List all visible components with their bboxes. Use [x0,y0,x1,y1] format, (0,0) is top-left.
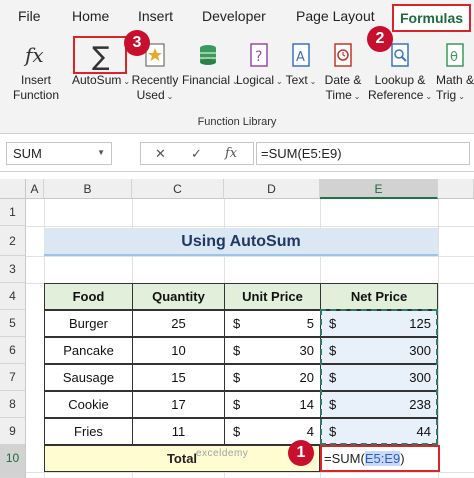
chevron-down-icon: ⌄ [166,92,174,101]
active-cell-editor[interactable]: =SUM(E5:E9) [320,445,440,472]
coins-icon [200,45,216,65]
logical-button[interactable]: ? Logical ⌄ [236,40,283,89]
table-cell-unit-price[interactable]: $30 [224,337,321,364]
column-header-b[interactable]: B [44,179,132,199]
worksheet-grid: A B C D E 1 2 3 4 5 6 7 8 9 10 Using Aut… [0,172,474,478]
cancel-icon[interactable]: ✕ [155,146,166,162]
svg-text:∑: ∑ [92,42,110,70]
header-food[interactable]: Food [44,283,133,310]
watermark: exceldemy [196,448,249,459]
table-cell-unit-price[interactable]: $5 [224,310,321,337]
sigma-icon: ∑ [92,42,110,70]
row-header-9[interactable]: 9 [0,418,26,445]
svg-text:θ: θ [450,50,458,65]
table-cell-food[interactable]: Sausage [44,364,133,391]
theta-book-icon: θ [446,43,464,67]
insert-function-icon[interactable]: fx [225,146,237,161]
formula-input[interactable]: =SUM(E5:E9) [256,142,470,165]
table-cell-quantity[interactable]: 15 [132,364,225,391]
column-header-d[interactable]: D [224,179,320,199]
table-cell-food[interactable]: Burger [44,310,133,337]
text-button[interactable]: A Text ⌄ [284,40,318,89]
formula-bar-controls: ✕ ✓ fx [140,142,254,165]
select-all-corner[interactable] [0,179,26,199]
gridline [26,226,474,227]
table-cell-food[interactable]: Fries [44,418,133,445]
row-header-3[interactable]: 3 [0,256,26,283]
text-book-icon: A [292,43,310,67]
step-badge-1: 1 [288,440,314,466]
tab-developer[interactable]: Developer [202,8,266,24]
table-cell-unit-price[interactable]: $14 [224,391,321,418]
row-header-7[interactable]: 7 [0,364,26,391]
tab-formulas[interactable]: Formulas [392,4,472,32]
tab-page-layout[interactable]: Page Layout [296,8,375,24]
row-header-2[interactable]: 2 [0,226,26,256]
total-label-cell[interactable]: Total [44,445,320,472]
chevron-down-icon: ⌄ [276,77,283,86]
chevron-down-icon: ⌄ [353,92,361,101]
row-header-6[interactable]: 6 [0,337,26,364]
column-header-c[interactable]: C [132,179,224,199]
formula-bar: SUM ▼ ✕ ✓ fx =SUM(E5:E9) [0,134,474,172]
clock-book-icon [334,43,352,67]
table-cell-unit-price[interactable]: $20 [224,364,321,391]
table-cell-quantity[interactable]: 25 [132,310,225,337]
header-net-price[interactable]: Net Price [320,283,438,310]
row-header-1[interactable]: 1 [0,199,26,226]
math-trig-button[interactable]: θ Math & Trig ⌄ [436,40,474,104]
range-reference: E5:E9 [364,451,401,466]
row-header-4[interactable]: 4 [0,283,26,310]
chevron-down-icon[interactable]: ▼ [97,148,105,157]
gridline [26,256,474,257]
row-header-5[interactable]: 5 [0,310,26,337]
table-cell-food[interactable]: Cookie [44,391,133,418]
svg-text:fx: fx [23,43,44,67]
enter-icon[interactable]: ✓ [191,146,202,162]
row-header-10[interactable]: 10 [0,445,26,478]
table-cell-quantity[interactable]: 17 [132,391,225,418]
step-badge-3: 3 [124,30,150,56]
tab-insert[interactable]: Insert [138,8,173,24]
chevron-down-icon: ⌄ [425,92,433,101]
sum-range-marquee [320,309,438,445]
ribbon-tab-bar: File Home Insert Developer Page Layout F… [0,0,474,34]
column-header-f[interactable] [438,179,474,199]
sheet-title[interactable]: Using AutoSum [44,228,438,256]
autosum-button[interactable]: ∑ AutoSum ⌄ [72,40,130,89]
column-header-a[interactable]: A [26,179,44,199]
tab-file[interactable]: File [18,8,41,24]
tab-home[interactable]: Home [72,8,109,24]
svg-text:?: ? [255,49,262,65]
table-cell-food[interactable]: Pancake [44,337,133,364]
header-quantity[interactable]: Quantity [132,283,225,310]
step-badge-2: 2 [367,26,393,52]
row-header-8[interactable]: 8 [0,391,26,418]
gridline [26,472,474,473]
name-box[interactable]: SUM ▼ [6,142,112,165]
group-label-function-library: Function Library [197,116,277,128]
date-time-button[interactable]: Date & Time ⌄ [320,40,366,104]
table-cell-quantity[interactable]: 10 [132,337,225,364]
ribbon-function-library: fx Insert Function ∑ AutoSum ⌄ Recently U… [0,34,474,134]
gridline [438,199,439,478]
table-cell-quantity[interactable]: 11 [132,418,225,445]
column-header-e[interactable]: E [320,179,438,199]
chevron-down-icon: ⌄ [309,77,317,86]
fx-icon: fx [23,43,44,67]
question-book-icon: ? [250,43,268,67]
chevron-down-icon: ⌄ [458,92,465,101]
header-unit-price[interactable]: Unit Price [224,283,321,310]
financial-button[interactable]: Financial ⌄ [182,40,239,89]
insert-function-button[interactable]: fx Insert Function [8,40,64,103]
svg-text:A: A [296,50,305,65]
